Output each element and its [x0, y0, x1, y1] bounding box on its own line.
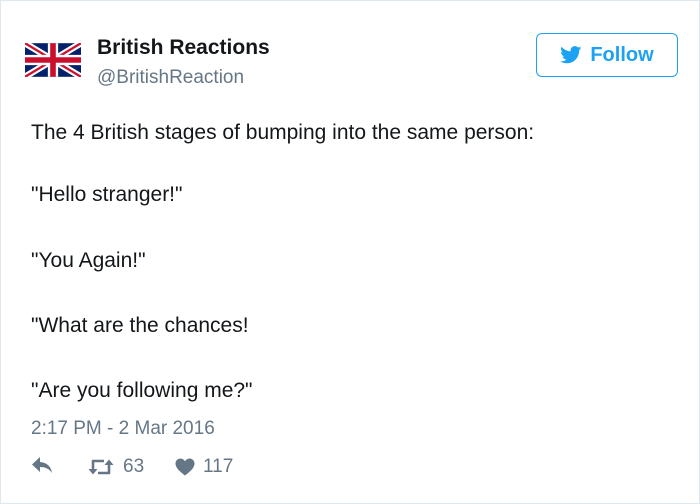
reply-icon [32, 457, 52, 473]
follow-button[interactable]: Follow [536, 33, 678, 77]
tweet-card: British Reactions @BritishReaction Follo… [0, 0, 700, 504]
like-count: 117 [203, 456, 234, 477]
tweet-text-line-1: The 4 British stages of bumping into the… [31, 121, 535, 144]
retweet-count: 63 [123, 456, 145, 477]
retweet-icon [88, 459, 114, 475]
retweet-button[interactable]: 63 [87, 456, 144, 478]
tweet-text-line-5: "Are you following me?" [31, 379, 253, 402]
tweet-text-line-4: "What are the chances! [31, 314, 249, 337]
twitter-bird-icon [560, 46, 582, 64]
union-jack-avatar[interactable] [25, 43, 81, 77]
tweet-timestamp[interactable]: 2:17 PM - 2 Mar 2016 [31, 418, 215, 440]
like-button[interactable]: 117 [175, 456, 233, 478]
reply-button[interactable] [31, 456, 53, 474]
tweet-text-line-2: "Hello stranger!" [31, 183, 183, 206]
account-name[interactable]: British Reactions [97, 36, 270, 60]
tweet-text-line-3: "You Again!" [31, 249, 146, 272]
heart-icon [175, 458, 195, 476]
account-handle[interactable]: @BritishReaction [97, 67, 244, 89]
follow-label: Follow [590, 43, 654, 66]
